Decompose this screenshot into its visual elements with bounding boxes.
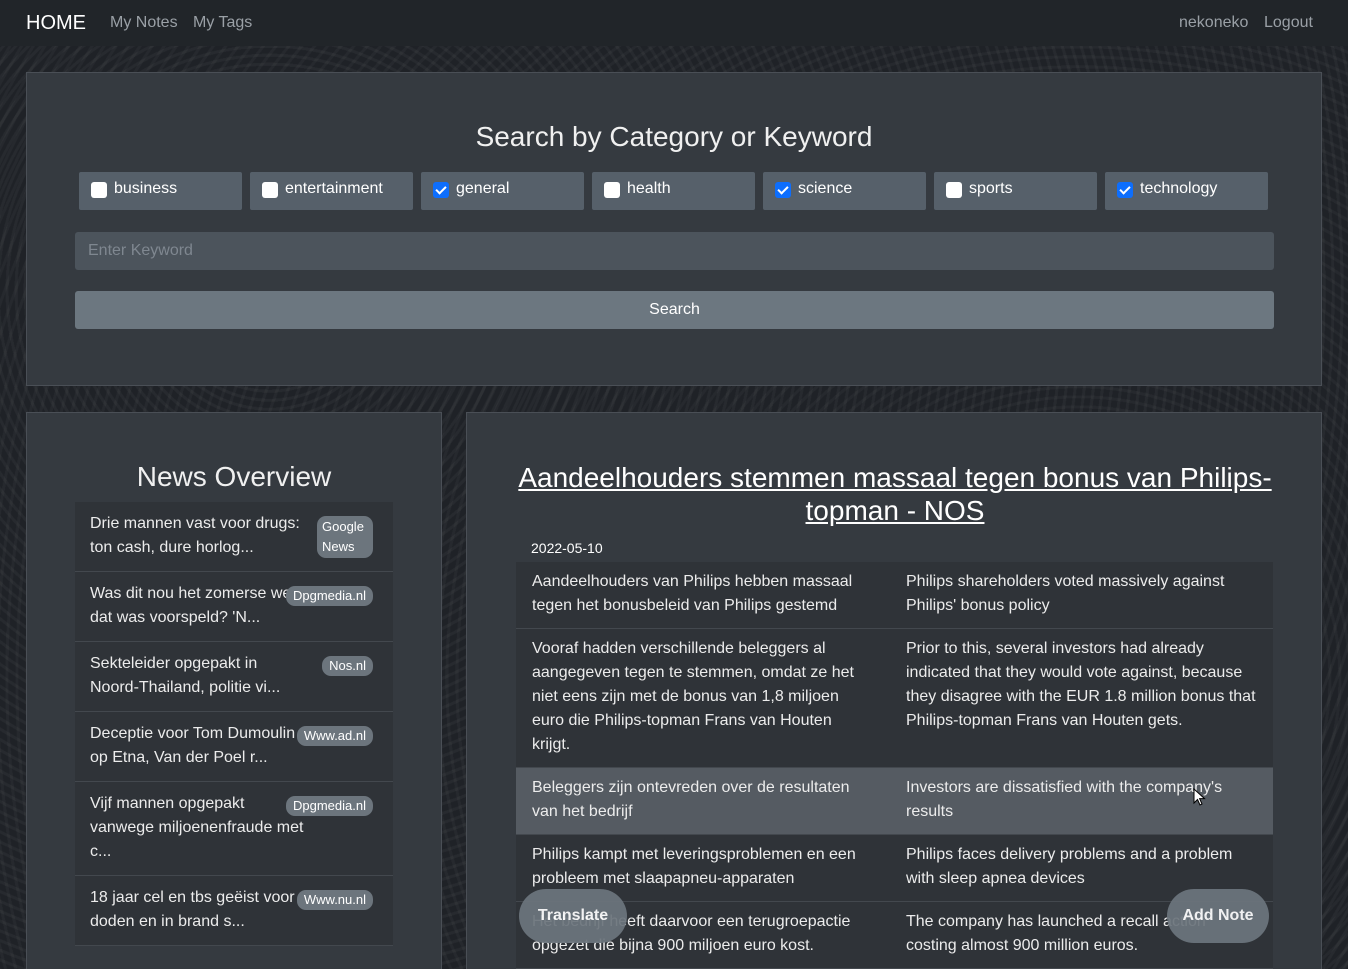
article-title-link[interactable]: Aandeelhouders stemmen massaal tegen bon… bbox=[515, 461, 1275, 527]
add-note-button[interactable]: Add Note bbox=[1167, 889, 1269, 943]
my-notes-link[interactable]: My Notes bbox=[110, 14, 178, 32]
category-technology[interactable]: technology bbox=[1105, 172, 1268, 210]
category-general[interactable]: general bbox=[421, 172, 584, 210]
news-list-item[interactable]: Vijf mannen opgepakt vanwege miljoenenfr… bbox=[75, 782, 393, 876]
news-headline: Sekteleider opgepakt in Noord-Thailand, … bbox=[90, 655, 281, 696]
article-panel: Aandeelhouders stemmen massaal tegen bon… bbox=[466, 412, 1322, 969]
sentence-translation: Philips shareholders voted massively aga… bbox=[906, 573, 1225, 614]
news-list-item[interactable]: Sekteleider opgepakt in Noord-Thailand, … bbox=[75, 642, 393, 712]
source-badge: Www.ad.nl bbox=[296, 726, 373, 746]
category-checkbox[interactable] bbox=[1117, 182, 1133, 198]
article-date: 2022-05-10 bbox=[531, 540, 603, 556]
news-list-item[interactable]: Drie mannen vast voor drugs: ton cash, d… bbox=[75, 502, 393, 572]
sentence-original: Beleggers zijn ontevreden over de result… bbox=[532, 779, 850, 820]
source-badge: Dpgmedia.nl bbox=[286, 796, 373, 816]
category-label: general bbox=[456, 180, 510, 197]
search-button[interactable]: Search bbox=[75, 291, 1274, 329]
category-label: business bbox=[114, 180, 178, 197]
sentence-row[interactable]: Aandeelhouders van Philips hebben massaa… bbox=[516, 562, 1273, 629]
sentence-original: Aandeelhouders van Philips hebben massaa… bbox=[532, 573, 853, 614]
category-health[interactable]: health bbox=[592, 172, 755, 210]
news-list-item[interactable]: Deceptie voor Tom Dumoulin op Etna, Van … bbox=[75, 712, 393, 782]
category-label: technology bbox=[1140, 180, 1218, 197]
search-title: Search by Category or Keyword bbox=[475, 121, 873, 152]
category-sports[interactable]: sports bbox=[934, 172, 1097, 210]
category-checkbox[interactable] bbox=[946, 182, 962, 198]
my-tags-link[interactable]: My Tags bbox=[193, 14, 252, 32]
sentence-row[interactable]: Beleggers zijn ontevreden over de result… bbox=[516, 768, 1273, 835]
logout-link[interactable]: Logout bbox=[1264, 14, 1313, 32]
source-badge: Dpgmedia.nl bbox=[286, 586, 373, 606]
news-headline: Drie mannen vast voor drugs: ton cash, d… bbox=[90, 515, 300, 556]
sentence-table: Aandeelhouders van Philips hebben massaa… bbox=[516, 562, 1273, 969]
category-label: sports bbox=[969, 180, 1013, 197]
sentence-row[interactable]: Het bedrijf heeft daarvoor een terugroep… bbox=[516, 902, 1273, 969]
news-list-item[interactable]: Was dit nou het zomerse weer dat was voo… bbox=[75, 572, 393, 642]
category-label: entertainment bbox=[285, 180, 383, 197]
keyword-input[interactable] bbox=[75, 232, 1274, 270]
source-badge: Www.nu.nl bbox=[296, 890, 373, 910]
category-science[interactable]: science bbox=[763, 172, 926, 210]
news-list: Drie mannen vast voor drugs: ton cash, d… bbox=[75, 502, 393, 946]
category-entertainment[interactable]: entertainment bbox=[250, 172, 413, 210]
news-headline: Was dit nou het zomerse weer dat was voo… bbox=[90, 585, 306, 626]
sentence-row[interactable]: Philips kampt met leveringsproblemen en … bbox=[516, 835, 1273, 902]
category-checkbox[interactable] bbox=[775, 182, 791, 198]
translate-button[interactable]: Translate bbox=[519, 889, 627, 943]
source-badge: Google News bbox=[317, 516, 373, 558]
news-headline: Deceptie voor Tom Dumoulin op Etna, Van … bbox=[90, 725, 296, 766]
news-overview-title: News Overview bbox=[136, 461, 332, 492]
sentence-translation: Investors are dissatisfied with the comp… bbox=[906, 779, 1223, 820]
news-list-item[interactable]: 18 jaar cel en tbs geëist voor doden en … bbox=[75, 876, 393, 946]
news-overview-panel: News Overview Drie mannen vast voor drug… bbox=[26, 412, 442, 969]
category-label: health bbox=[627, 180, 671, 197]
navbar: HOME My Notes My Tags nekoneko Logout bbox=[0, 0, 1348, 46]
category-checkbox[interactable] bbox=[91, 182, 107, 198]
news-headline: 18 jaar cel en tbs geëist voor doden en … bbox=[90, 889, 295, 930]
category-checkbox[interactable] bbox=[262, 182, 278, 198]
category-business[interactable]: business bbox=[79, 172, 242, 210]
sentence-translation: Prior to this, several investors had alr… bbox=[906, 640, 1256, 729]
source-badge: Nos.nl bbox=[322, 656, 373, 676]
category-checkbox[interactable] bbox=[604, 182, 620, 198]
sentence-row[interactable]: Vooraf hadden verschillende beleggers al… bbox=[516, 629, 1273, 768]
username-link[interactable]: nekoneko bbox=[1179, 14, 1248, 32]
mouse-cursor-icon bbox=[1193, 788, 1206, 806]
sentence-original: Vooraf hadden verschillende beleggers al… bbox=[532, 640, 854, 753]
category-label: science bbox=[798, 180, 853, 197]
search-panel: Search by Category or Keyword business en… bbox=[26, 72, 1322, 386]
news-headline: Vijf mannen opgepakt vanwege miljoenenfr… bbox=[90, 795, 304, 860]
home-link[interactable]: HOME bbox=[26, 12, 86, 35]
category-checkbox[interactable] bbox=[433, 182, 449, 198]
